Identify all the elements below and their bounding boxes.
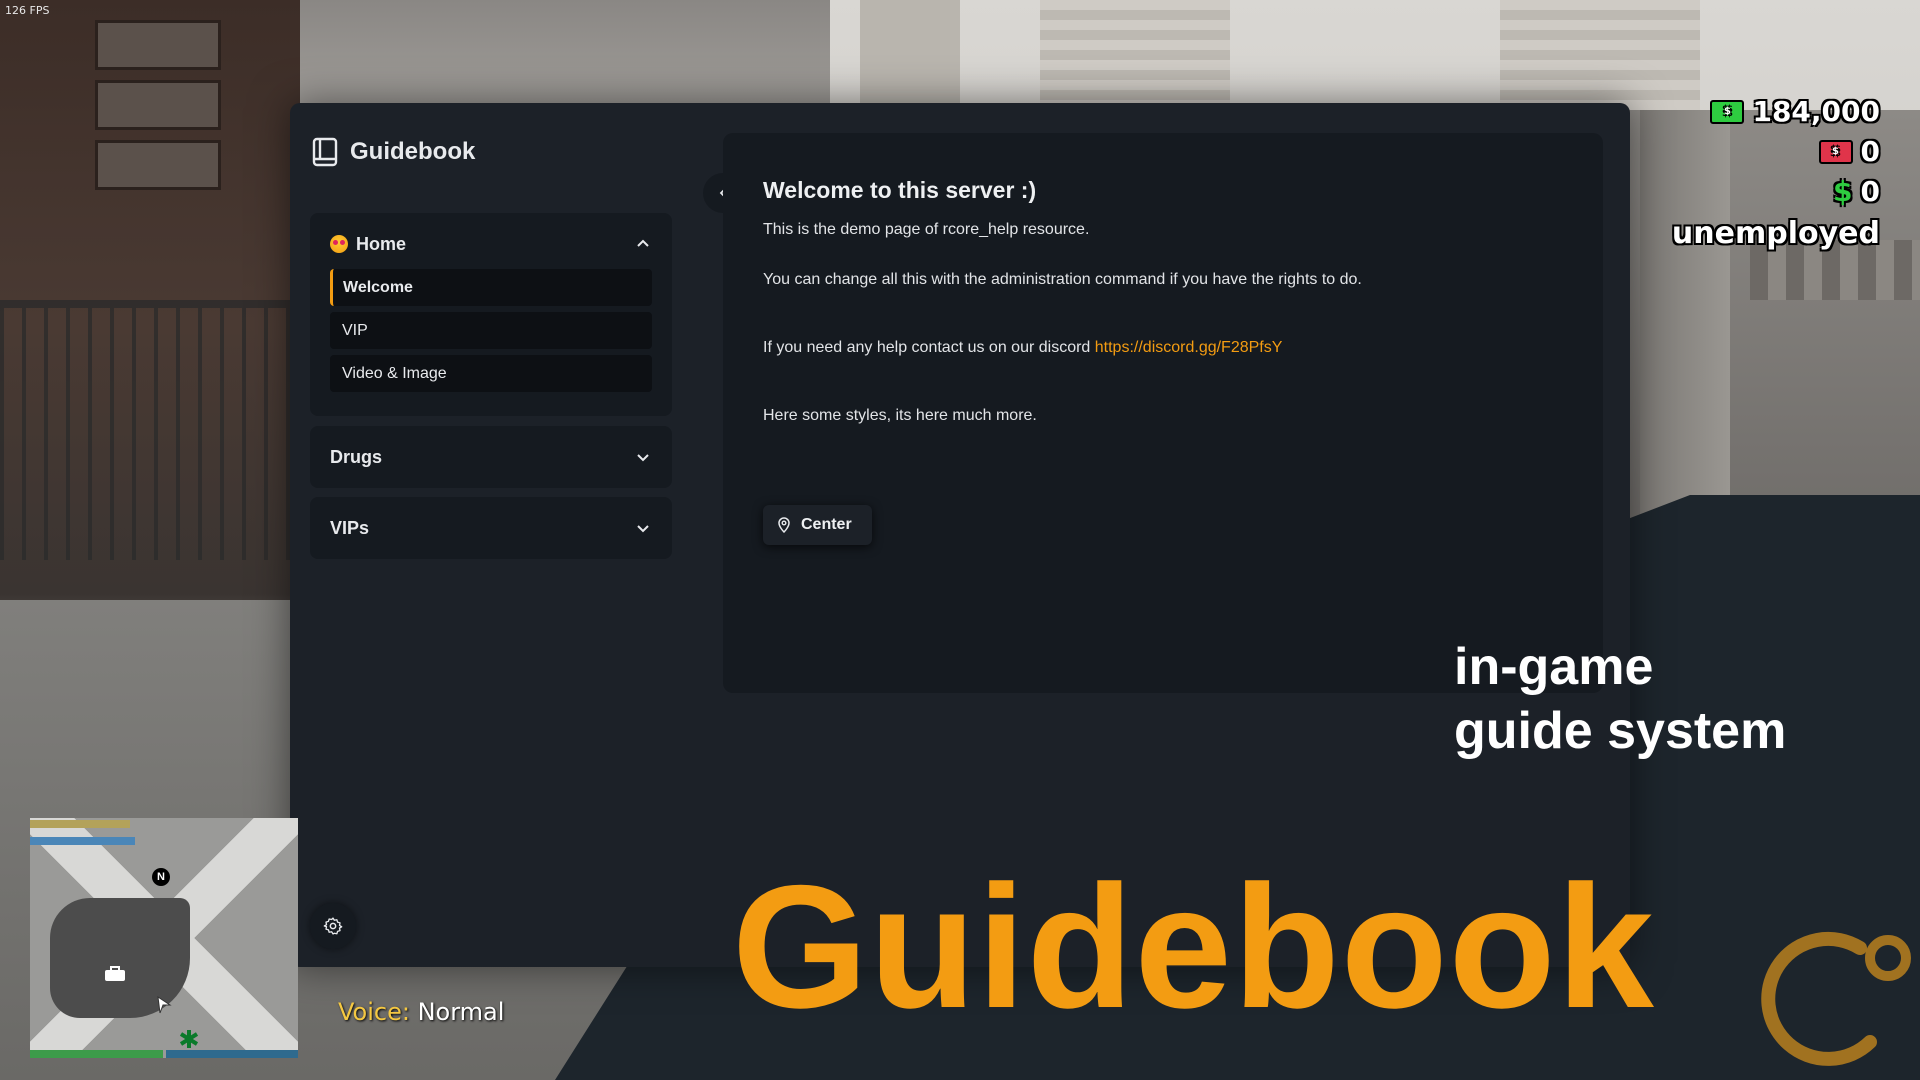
armor-bar-bottom [166, 1050, 298, 1058]
center-button-label: Center [801, 516, 852, 533]
stone-wall [300, 0, 840, 110]
section-vips[interactable]: VIPs [310, 497, 672, 559]
chevron-up-icon [637, 239, 649, 247]
settings-button[interactable] [310, 903, 356, 949]
section-home-label: Home [356, 233, 407, 254]
health-bar [30, 1050, 163, 1058]
section-drugs[interactable]: Drugs [310, 426, 672, 488]
hud-cash: $ 0 [1833, 176, 1880, 208]
dollar-icon: $ [1833, 175, 1853, 208]
book-icon [312, 137, 338, 167]
page-title: Welcome to this server :) [763, 177, 1037, 203]
guidebook-title: Guidebook [350, 138, 476, 165]
hud-job: unemployed [1671, 216, 1880, 251]
fps-counter: 126 FPS [5, 4, 50, 17]
tower [860, 0, 960, 110]
black-money-amount: 0 [1860, 135, 1880, 168]
hospital-blip-icon [179, 1030, 199, 1048]
hud-bank: $ 184,000 [1710, 96, 1880, 128]
armor-bar [30, 820, 130, 828]
tower [1040, 0, 1230, 120]
nav-item-vip[interactable]: VIP [330, 312, 652, 349]
page-text-3: If you need any help contact us on our d… [763, 339, 1282, 357]
compass-north: N [152, 868, 170, 886]
bank-amount: 184,000 [1752, 95, 1880, 128]
cash-amount: 0 [1860, 175, 1880, 208]
section-drugs-label: Drugs [330, 446, 383, 467]
briefcase-icon [105, 966, 125, 981]
banner-tagline: in-game guide system [1454, 635, 1786, 763]
black-money-icon: $ [1818, 140, 1853, 164]
brand-logo-icon [1761, 931, 1911, 1066]
tagline-line-2: guide system [1454, 702, 1787, 760]
section-home-header[interactable]: Home [310, 213, 672, 275]
player-arrow-icon [157, 996, 172, 1014]
page-text-4: Here some styles, its here much more. [763, 407, 1037, 424]
section-home-items: Welcome VIP Video & Image [310, 269, 672, 414]
guidebook-window: Guidebook Home Welcome VIP Video & Image… [290, 103, 1630, 967]
star-struck-emoji-icon [330, 235, 348, 253]
section-home-title: Home [330, 234, 406, 255]
discord-link[interactable]: https://discord.gg/F28PfsY [1095, 339, 1283, 356]
section-home: Home Welcome VIP Video & Image [310, 213, 672, 416]
stamina-bar [30, 837, 135, 845]
chevron-down-icon [637, 525, 649, 533]
hud-money: $ 184,000 $ 0 $ 0 unemployed [1671, 96, 1880, 252]
guidebook-sidebar: Guidebook Home Welcome VIP Video & Image… [290, 103, 690, 967]
section-vips-header[interactable]: VIPs [310, 497, 672, 559]
center-button[interactable]: Center [763, 505, 872, 545]
tagline-line-1: in-game [1454, 638, 1654, 696]
guide-content-panel: Welcome to this server :) This is the de… [723, 133, 1603, 693]
voice-value: Normal [417, 998, 505, 1026]
guidebook-brand: Guidebook [312, 137, 475, 167]
page-text-1: This is the demo page of rcore_help reso… [763, 221, 1090, 238]
nav-item-welcome[interactable]: Welcome [330, 269, 652, 306]
banner-headline: Guidebook [732, 850, 1655, 1045]
gear-icon [323, 917, 343, 935]
section-vips-label: VIPs [330, 517, 370, 538]
nav-item-video-image[interactable]: Video & Image [330, 355, 652, 392]
minimap [30, 818, 298, 1058]
iron-fence [0, 300, 300, 560]
page-text-3-prefix: If you need any help contact us on our d… [763, 339, 1095, 356]
chevron-down-icon [637, 454, 649, 462]
section-drugs-header[interactable]: Drugs [310, 426, 672, 488]
bank-cash-icon: $ [1710, 100, 1745, 124]
map-pin-icon [778, 517, 790, 533]
voice-label: Voice: [338, 998, 410, 1026]
voice-indicator: Voice: Normal [338, 998, 504, 1026]
page-text-2: You can change all this with the adminis… [763, 271, 1362, 288]
hud-black-money: $ 0 [1818, 135, 1880, 168]
